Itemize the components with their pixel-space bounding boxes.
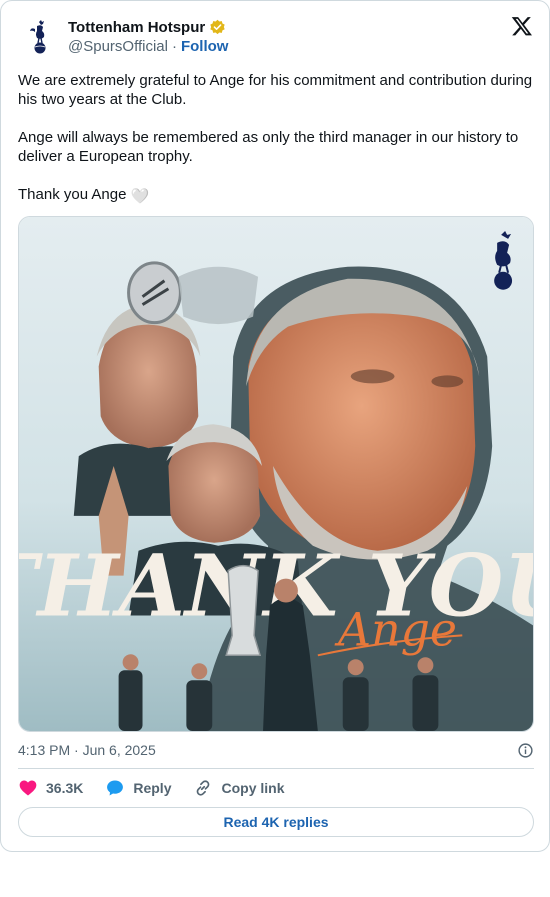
tweet-image[interactable]: THANK YOU Ange xyxy=(18,216,534,732)
tweet-paragraph-2: Ange will always be remembered as only t… xyxy=(18,129,523,165)
divider xyxy=(18,768,534,769)
cockerel-crest-icon xyxy=(18,15,62,59)
handle[interactable]: @SpursOfficial xyxy=(68,38,168,55)
action-bar: 36.3K Reply Copy link xyxy=(18,777,307,799)
tweet-paragraph-3: Thank you Ange 🤍 xyxy=(18,185,538,206)
name-row: Tottenham Hotspur xyxy=(68,19,226,36)
heart-icon xyxy=(19,780,37,796)
like-button[interactable]: 36.3K xyxy=(18,778,83,798)
info-icon[interactable] xyxy=(517,742,534,759)
tweet-paragraph-1: We are extremely grateful to Ange for hi… xyxy=(18,72,537,108)
link-icon xyxy=(197,780,210,796)
like-count: 36.3K xyxy=(46,780,84,796)
follow-button[interactable]: Follow xyxy=(181,38,229,55)
tweet-paragraph-3-text: Thank you Ange xyxy=(18,186,127,203)
timestamp-row: 4:13 PM · Jun 6, 2025 xyxy=(18,741,534,759)
handle-row: @SpursOfficial · Follow xyxy=(68,38,228,55)
thank-you-ange-graphic: THANK YOU Ange xyxy=(19,217,533,731)
separator: · xyxy=(171,38,177,55)
white-heart-emoji: 🤍 xyxy=(130,188,150,205)
verified-gold-badge-icon xyxy=(210,19,225,35)
read-replies-button[interactable]: Read 4K replies xyxy=(18,807,534,837)
copy-link-button[interactable]: Copy link xyxy=(193,778,285,798)
copy-link-label: Copy link xyxy=(221,780,285,796)
reply-bubble-icon xyxy=(107,780,124,796)
reply-button[interactable]: Reply xyxy=(105,778,171,798)
display-name[interactable]: Tottenham Hotspur xyxy=(68,19,205,36)
avatar[interactable] xyxy=(18,15,62,59)
x-logo-icon[interactable] xyxy=(511,15,533,37)
timestamp[interactable]: 4:13 PM · Jun 6, 2025 xyxy=(18,742,156,758)
tweet-text: We are extremely grateful to Ange for hi… xyxy=(18,71,538,225)
tweet-card: Tottenham Hotspur @SpursOfficial · Follo… xyxy=(0,0,550,852)
reply-label: Reply xyxy=(133,780,172,796)
